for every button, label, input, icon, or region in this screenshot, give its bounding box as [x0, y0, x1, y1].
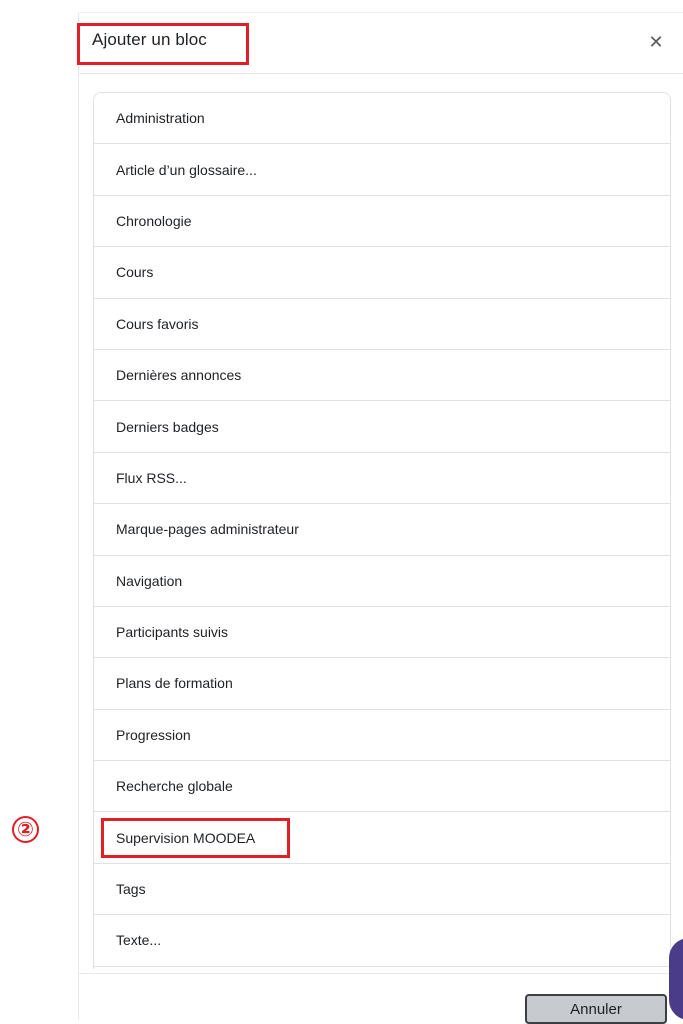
block-item-label: Cours favoris [116, 315, 199, 332]
block-item-latest-announcements[interactable]: Dernières annonces [94, 350, 670, 402]
close-icon[interactable]: ✕ [647, 33, 665, 51]
block-item-label: Recherche globale [116, 778, 233, 795]
block-item-label: Chronologie [116, 212, 192, 229]
block-item-progress[interactable]: Progression [94, 710, 670, 762]
block-item-label: Supervision MOODEA [116, 829, 256, 846]
block-item-label: Administration [116, 110, 205, 127]
block-item-label: Marque-pages administrateur [116, 521, 299, 538]
side-drawer-tab[interactable] [669, 938, 683, 1020]
block-item-supervision-moodea[interactable]: Supervision MOODEA [94, 812, 670, 864]
block-item-label: Plans de formation [116, 675, 233, 692]
block-item-label: Article d’un glossaire... [116, 161, 257, 178]
block-item-glossary-entry[interactable]: Article d’un glossaire... [94, 144, 670, 196]
block-item-text[interactable]: Texte... [94, 915, 670, 967]
cancel-button[interactable]: Annuler [525, 994, 667, 1024]
block-item-administration[interactable]: Administration [94, 93, 670, 145]
block-item-label: Dernières annonces [116, 367, 242, 384]
block-item-tags[interactable]: Tags [94, 864, 670, 916]
block-item-learning-plans[interactable]: Plans de formation [94, 658, 670, 710]
block-list: Administration Article d’un glossaire...… [93, 92, 671, 969]
block-item-timeline[interactable]: Chronologie [94, 196, 670, 248]
block-item-label: Texte... [116, 932, 162, 949]
block-item-label: Cours [116, 264, 154, 281]
block-item-label: Navigation [116, 572, 183, 589]
block-item-global-search[interactable]: Recherche globale [94, 761, 670, 813]
modal-footer: Annuler [79, 973, 683, 1024]
modal-title: Ajouter un bloc [92, 30, 207, 49]
block-item-latest-badges[interactable]: Derniers badges [94, 401, 670, 453]
block-item-label: Flux RSS... [116, 469, 187, 486]
step-two-marker: ② [12, 816, 39, 843]
block-item-followed-participants[interactable]: Participants suivis [94, 607, 670, 659]
block-item-courses[interactable]: Cours [94, 247, 670, 299]
block-item-label: Derniers badges [116, 418, 219, 435]
step-number: ② [17, 817, 34, 841]
block-item-starred-courses[interactable]: Cours favoris [94, 299, 670, 350]
block-item-rss-feeds[interactable]: Flux RSS... [94, 453, 670, 505]
block-item-admin-bookmarks[interactable]: Marque-pages administrateur [94, 504, 670, 556]
block-item-label: Progression [116, 726, 191, 743]
add-block-modal: Ajouter un bloc ✕ Administration Article… [77, 12, 683, 1024]
modal-header: Ajouter un bloc ✕ [77, 13, 683, 74]
block-item-label: Participants suivis [116, 624, 229, 641]
block-item-navigation[interactable]: Navigation [94, 556, 670, 607]
block-item-label: Tags [116, 881, 146, 898]
